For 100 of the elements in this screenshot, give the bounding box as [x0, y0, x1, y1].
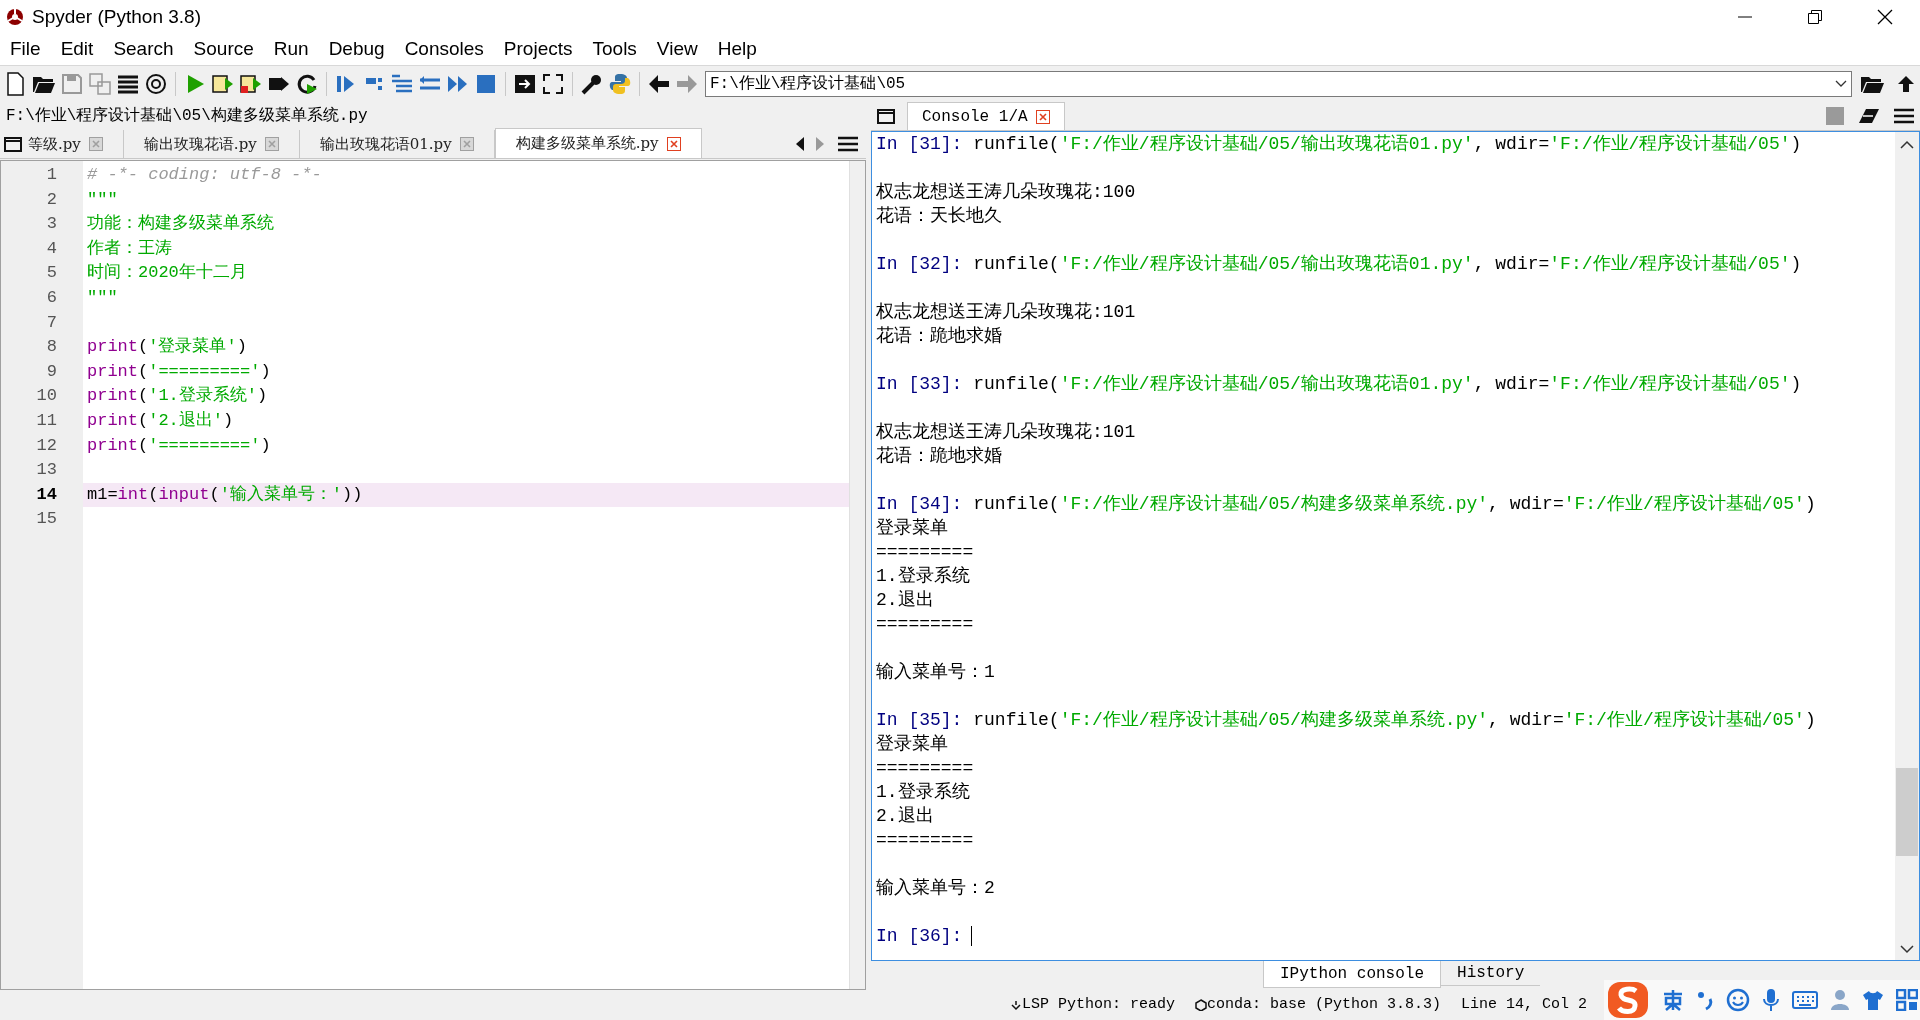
scroll-right-icon[interactable]	[814, 136, 826, 152]
shirt-icon[interactable]	[1862, 989, 1884, 1011]
code-line: # -*- coding: utf-8 -*-	[86, 164, 323, 186]
smiley-icon[interactable]	[1726, 988, 1750, 1012]
line-number: 2	[45, 188, 58, 211]
menu-item[interactable]: Search	[105, 35, 182, 64]
code-line: 功能：构建多级菜单系统	[86, 212, 275, 236]
line-number: 6	[45, 286, 58, 309]
menu-icon[interactable]	[1894, 108, 1914, 124]
menu-item[interactable]: View	[648, 35, 706, 64]
menu-item[interactable]: Edit	[52, 35, 102, 64]
run-cell-icon[interactable]	[211, 72, 235, 96]
console-line: 花语：跪地求婚	[876, 445, 1003, 468]
code-line: """	[86, 286, 119, 309]
pane-tab[interactable]: IPython console	[1263, 961, 1442, 988]
line-number: 5	[45, 262, 58, 285]
pane-tab[interactable]: History	[1441, 961, 1541, 986]
menu-item[interactable]: Run	[265, 35, 317, 64]
window-icon	[4, 136, 22, 152]
line-number: 9	[45, 360, 58, 383]
close-tab-icon[interactable]	[1035, 109, 1050, 124]
menu-item[interactable]: Debug	[320, 35, 393, 64]
console-line: =========	[876, 613, 975, 636]
code-line: 时间：2020年十二月	[86, 262, 248, 285]
eraser-icon[interactable]	[1858, 108, 1880, 124]
console-line: 登录菜单	[876, 733, 949, 756]
console-line: 花语：跪地求婚	[876, 325, 1003, 348]
status-text: Line 14, Col 2	[1461, 994, 1588, 1015]
console-line: 登录菜单	[876, 517, 949, 540]
run-cell-advance-icon[interactable]	[239, 72, 263, 96]
minimize-icon	[1738, 16, 1752, 18]
console-line: In [33]: runfile('F:/作业/程序设计基础/05/输出玫瑰花语01.py', wdir='F:/作业/程序设计基础/05')	[876, 373, 1803, 396]
menu-item[interactable]: Consoles	[396, 35, 492, 64]
path-combobox[interactable]: F:\作业\程序设计基础\05	[705, 71, 1852, 97]
path-text: F:\作业\程序设计基础\05	[710, 73, 907, 95]
punctuation-icon[interactable]	[1696, 989, 1714, 1011]
code-line: """	[86, 188, 119, 211]
fullscreen-icon[interactable]	[541, 72, 565, 96]
code-line: print('登录菜单')	[86, 336, 248, 359]
menu-item[interactable]: Source	[185, 35, 262, 64]
line-number: 14	[35, 483, 58, 506]
microphone-icon[interactable]	[1762, 988, 1780, 1012]
menu-item[interactable]: File	[2, 35, 49, 64]
menu-item[interactable]: Projects	[495, 35, 581, 64]
code-line: 作者：王涛	[86, 237, 173, 260]
close-icon	[1877, 9, 1893, 25]
line-number: 10	[35, 385, 58, 408]
scrollbar[interactable]	[849, 161, 865, 989]
line-number: 4	[45, 237, 58, 260]
console-line: =========	[876, 829, 975, 852]
folder-icon[interactable]	[1860, 74, 1884, 94]
line-number: 1	[45, 164, 58, 186]
console-line: In [36]:	[876, 924, 1895, 948]
scroll-up-icon[interactable]	[1900, 140, 1914, 150]
grid-icon[interactable]	[1896, 989, 1918, 1011]
scrollbar[interactable]	[1895, 132, 1919, 960]
line-number: 15	[35, 508, 58, 531]
console-line: 2.退出	[876, 805, 935, 828]
line-number: 7	[45, 311, 58, 334]
maximize-pane-icon[interactable]	[513, 72, 537, 96]
close-tab-icon[interactable]	[666, 136, 681, 151]
scroll-left-icon[interactable]	[794, 136, 806, 152]
status-text: LSP Python: ready	[1022, 994, 1176, 1015]
scroll-down-icon[interactable]	[1900, 944, 1914, 954]
line-number: 12	[35, 434, 58, 457]
file-path: F:\作业\程序设计基础\05\构建多级菜单系统.py	[5, 105, 369, 127]
editor-tab[interactable]: 构建多级菜单系统.py	[494, 128, 702, 158]
console-line: 权志龙想送王涛几朵玫瑰花:100	[876, 181, 1137, 204]
console-line: In [31]: runfile('F:/作业/程序设计基础/05/输出玫瑰花语01.py', wdir='F:/作业/程序设计基础/05')	[876, 133, 1803, 156]
console-line: 输入菜单号：2	[876, 877, 996, 900]
console-line: 权志龙想送王涛几朵玫瑰花:101	[876, 421, 1137, 444]
line-number: 11	[35, 409, 58, 432]
console-line: 花语：天长地久	[876, 205, 1003, 228]
line-number: 3	[45, 213, 58, 236]
console-line: =========	[876, 541, 975, 564]
app-logo-icon	[6, 8, 24, 26]
code-line: print('1.登录系统')	[86, 384, 269, 408]
line-number: 13	[35, 459, 58, 482]
rerun-icon[interactable]	[295, 72, 319, 96]
console-tab[interactable]: Console 1/A	[907, 102, 1065, 130]
window-title: Spyder (Python 3.8)	[32, 4, 201, 29]
language-icon[interactable]	[1662, 989, 1684, 1011]
status-text: conda: base (Python 3.8.3)	[1207, 994, 1442, 1015]
dropdown-icon	[1835, 80, 1847, 88]
menu-item[interactable]: Help	[709, 35, 765, 64]
keyboard-icon[interactable]	[1792, 990, 1818, 1010]
input-method-logo-icon[interactable]	[1606, 980, 1650, 1020]
up-arrow-icon[interactable]	[1896, 74, 1916, 94]
console-line: 2.退出	[876, 589, 935, 612]
console-line: 1.登录系统	[876, 565, 971, 588]
scrollbar-thumb[interactable]	[1896, 768, 1918, 856]
user-icon[interactable]	[1830, 989, 1850, 1011]
python-logo-icon[interactable]	[608, 72, 632, 96]
menu-item[interactable]: Tools	[584, 35, 645, 64]
menu-icon[interactable]	[838, 136, 858, 152]
code-line: print('=========')	[86, 360, 272, 383]
console-line: =========	[876, 757, 975, 780]
wrench-icon[interactable]	[580, 72, 604, 96]
console-line: 输入菜单号：1	[876, 661, 996, 684]
stop-icon[interactable]	[474, 72, 498, 96]
